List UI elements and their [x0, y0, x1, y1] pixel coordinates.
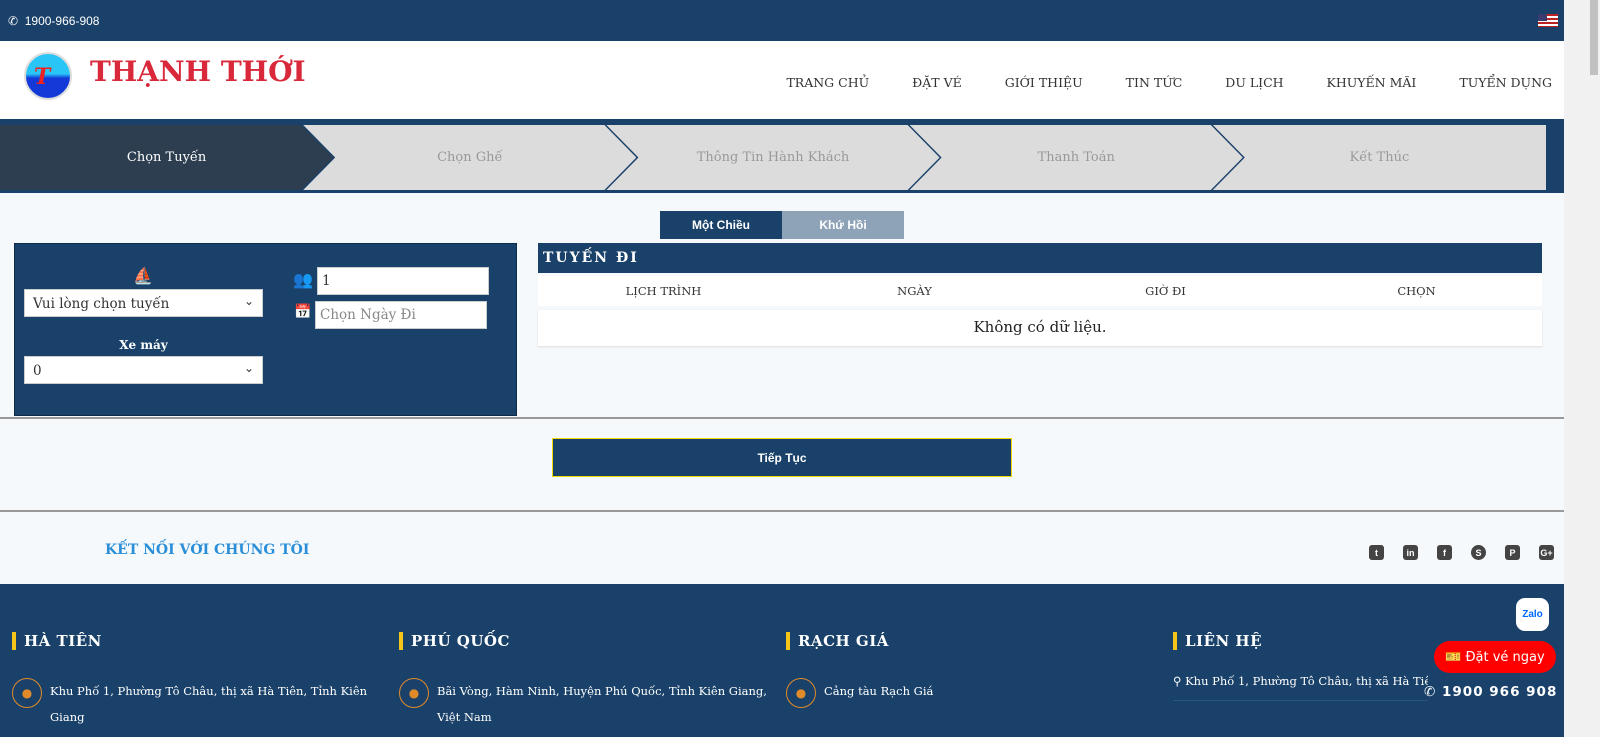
hotline-number: 1900 966 908: [1442, 684, 1558, 700]
footer-heading: LIÊN HỆ: [1173, 632, 1428, 650]
logo[interactable]: T: [24, 52, 72, 100]
footer-address: Khu Phố 1, Phường Tô Châu, thị xã Hà Tiê…: [50, 684, 368, 724]
col-select: CHỌN: [1397, 284, 1436, 298]
map-pin-icon: ●: [399, 678, 429, 708]
divider: [0, 510, 1564, 512]
nav-home[interactable]: TRANG CHỦ: [786, 75, 869, 90]
social-links: t in f S P G+: [1369, 545, 1554, 560]
route-select[interactable]: Vui lòng chọn tuyến ⌄: [24, 289, 263, 317]
facebook-icon[interactable]: f: [1437, 545, 1452, 560]
passengers-input[interactable]: [317, 267, 489, 295]
footer-contact: LIÊN HỆ ⚲ Khu Phố 1, Phường Tô Châu, thị…: [1173, 632, 1428, 701]
us-flag-icon[interactable]: [1538, 14, 1558, 27]
step-choose-route: Chọn Tuyến: [0, 125, 333, 190]
col-date: NGÀY: [897, 284, 932, 298]
scrollbar-thumb[interactable]: [1590, 0, 1598, 75]
footer-heading: PHÚ QUỐC: [399, 632, 769, 650]
skype-icon[interactable]: S: [1471, 545, 1486, 560]
footer-phu-quoc: PHÚ QUỐC ● Bãi Vòng, Hàm Ninh, Huyện Phú …: [399, 632, 769, 730]
map-pin-icon: ⚲: [1173, 674, 1186, 688]
google-plus-icon[interactable]: G+: [1539, 545, 1554, 560]
results-title: TUYẾN ĐI: [538, 243, 1542, 273]
calendar-icon: 📅: [294, 304, 312, 320]
col-schedule: LỊCH TRÌNH: [625, 284, 702, 298]
footer-address: Khu Phố 1, Phường Tô Châu, thị xã Hà Tiê…: [1185, 674, 1428, 688]
book-now-button[interactable]: 🎫 Đặt vé ngay: [1434, 641, 1556, 673]
outbound-results: TUYẾN ĐI LỊCH TRÌNH NGÀY GIỜ ĐI CHỌN Khô…: [538, 243, 1542, 346]
tab-one-way[interactable]: Một Chiều: [660, 211, 782, 239]
footer: HÀ TIÊN ● Khu Phố 1, Phường Tô Châu, thị …: [0, 584, 1564, 737]
trip-type-tabs: Một Chiều Khứ Hồi: [660, 211, 904, 239]
empty-message: Không có dữ liệu.: [538, 310, 1542, 346]
chevron-down-icon: ⌄: [243, 294, 254, 308]
ship-icon: ⛵: [133, 266, 153, 285]
divider: [0, 417, 1564, 419]
pinterest-icon[interactable]: P: [1505, 545, 1520, 560]
phone-number: 1900-966-908: [24, 13, 100, 28]
departure-date-input[interactable]: [315, 301, 487, 329]
nav-travel[interactable]: DU LỊCH: [1225, 75, 1283, 90]
main-nav: TRANG CHỦ ĐẶT VÉ GIỚI THIỆU TIN TỨC DU L…: [786, 75, 1552, 90]
brand-name[interactable]: THẠNH THỚI: [90, 55, 306, 88]
footer-ha-tien: HÀ TIÊN ● Khu Phố 1, Phường Tô Châu, thị …: [12, 632, 382, 730]
ticket-icon: 🎫: [1445, 649, 1462, 665]
booking-steps: Chọn Tuyến Chọn Ghế Thông Tin Hành Khách…: [0, 122, 1564, 193]
footer-address: Bãi Vòng, Hàm Ninh, Huyện Phú Quốc, Tỉnh…: [437, 684, 767, 724]
nav-booking[interactable]: ĐẶT VÉ: [912, 75, 962, 90]
phone-contact[interactable]: ✆ 1900-966-908: [8, 14, 99, 28]
page: ✆ 1900-966-908 T THẠNH THỚI TRANG CHỦ ĐẶ…: [0, 0, 1564, 737]
nav-news[interactable]: TIN TỨC: [1126, 75, 1183, 90]
step-finish: Kết Thúc: [1212, 125, 1547, 190]
motorbike-select-value: 0: [33, 363, 42, 379]
motorbike-select[interactable]: 0 ⌄: [24, 356, 263, 384]
header: T THẠNH THỚI TRANG CHỦ ĐẶT VÉ GIỚI THIỆU…: [0, 41, 1564, 122]
nav-careers[interactable]: TUYỂN DỤNG: [1459, 75, 1552, 90]
scrollbar[interactable]: [1564, 0, 1600, 737]
step-payment: Thanh Toán: [910, 125, 1243, 190]
nav-about[interactable]: GIỚI THIỆU: [1005, 75, 1083, 90]
footer-heading: RẠCH GIÁ: [786, 632, 1156, 650]
step-passenger-info: Thông Tin Hành Khách: [606, 125, 939, 190]
footer-heading: HÀ TIÊN: [12, 632, 382, 650]
twitter-icon[interactable]: t: [1369, 545, 1384, 560]
footer-rach-gia: RẠCH GIÁ ● Cảng tàu Rạch Giá: [786, 632, 1156, 708]
map-pin-icon: ●: [786, 678, 816, 708]
users-icon: 👥: [293, 270, 313, 289]
col-departure-time: GIỜ ĐI: [1145, 284, 1186, 298]
tab-round-trip[interactable]: Khứ Hồi: [782, 211, 904, 239]
hotline[interactable]: ✆ 1900 966 908: [1424, 684, 1557, 700]
motorbike-label: Xe máy: [119, 338, 168, 352]
continue-button[interactable]: Tiếp Tục: [552, 438, 1012, 477]
step-choose-seat: Chọn Ghế: [303, 125, 636, 190]
nav-promotions[interactable]: KHUYẾN MÃI: [1327, 75, 1417, 90]
footer-address: Cảng tàu Rạch Giá: [824, 684, 934, 698]
results-header-row: LỊCH TRÌNH NGÀY GIỜ ĐI CHỌN: [538, 276, 1542, 306]
book-now-label: Đặt vé ngay: [1465, 649, 1545, 665]
phone-icon: ✆: [1424, 684, 1443, 700]
search-form: ⛵ Vui lòng chọn tuyến⌄ Xe máy 0⌄ 👥 📅: [14, 243, 517, 416]
route-select-value: Vui lòng chọn tuyến: [33, 296, 170, 312]
chevron-down-icon: ⌄: [243, 361, 254, 375]
zalo-button[interactable]: Zalo: [1516, 598, 1549, 631]
linkedin-icon[interactable]: in: [1403, 545, 1418, 560]
connect-heading: KẾT NỐI VỚI CHÚNG TÔI: [105, 542, 310, 558]
map-pin-icon: ●: [12, 678, 42, 708]
top-bar: ✆ 1900-966-908: [0, 0, 1564, 41]
